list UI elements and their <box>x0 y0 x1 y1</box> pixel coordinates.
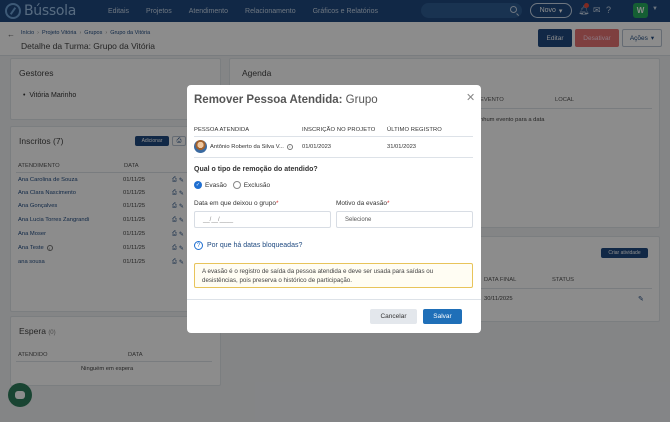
question-icon: ? <box>194 241 203 250</box>
radio-exclusao[interactable]: Exclusão <box>232 181 271 189</box>
removal-type-question: Qual o tipo de remoção do atendido? <box>194 166 318 173</box>
column-inscricao: INSCRIÇÃO NO PROJETO <box>302 127 376 133</box>
check-icon: ✓ <box>194 181 202 189</box>
modal-title-suffix: Grupo <box>342 94 378 106</box>
remove-person-modal: Remover Pessoa Atendida: Grupo ✕ PESSOA … <box>187 85 481 333</box>
cancel-button[interactable]: Cancelar <box>370 309 417 324</box>
removal-type-radio-group: ✓ Evasão Exclusão <box>194 181 270 189</box>
close-icon[interactable]: ✕ <box>466 91 475 104</box>
inscricao-date: 01/01/2023 <box>302 144 332 150</box>
divider <box>187 299 481 300</box>
blocked-dates-help-link[interactable]: ? Por que há datas bloqueadas? <box>194 241 302 250</box>
ultimo-registro-date: 31/01/2023 <box>387 144 417 150</box>
date-field-label: Data em que deixou o grupo* <box>194 200 279 207</box>
person-cell: Antônio Roberto da Silva V... i <box>194 140 293 153</box>
avatar <box>194 140 207 153</box>
exit-date-input[interactable]: __/__/____ <box>194 211 331 228</box>
help-link-text: Por que há datas bloqueadas? <box>207 242 303 249</box>
reason-select[interactable]: Selecione <box>336 211 473 228</box>
evasao-info-note: A evasão é o registro de saída da pessoa… <box>194 263 473 288</box>
reason-field-label: Motivo da evasão* <box>336 200 389 207</box>
column-pessoa-atendida: PESSOA ATENDIDA <box>194 127 250 133</box>
reason-field-label-text: Motivo da evasão <box>336 200 387 207</box>
column-ultimo-registro: ÚLTIMO REGISTRO <box>387 127 442 133</box>
required-marker: * <box>276 200 279 207</box>
save-button[interactable]: Salvar <box>423 309 462 324</box>
modal-title: Remover Pessoa Atendida: Grupo <box>194 94 378 106</box>
radio-evasao[interactable]: ✓ Evasão <box>194 181 227 189</box>
radio-exclusao-label: Exclusão <box>243 181 271 189</box>
info-icon[interactable]: i <box>286 143 293 150</box>
modal-title-prefix: Remover Pessoa Atendida: <box>194 94 343 106</box>
divider <box>194 136 473 137</box>
date-field-label-text: Data em que deixou o grupo <box>194 200 277 207</box>
required-marker: * <box>386 200 390 207</box>
radio-circle <box>232 181 241 189</box>
person-name: Antônio Roberto da Silva V... <box>210 143 284 150</box>
divider <box>194 157 473 158</box>
radio-evasao-label: Evasão <box>205 181 227 189</box>
